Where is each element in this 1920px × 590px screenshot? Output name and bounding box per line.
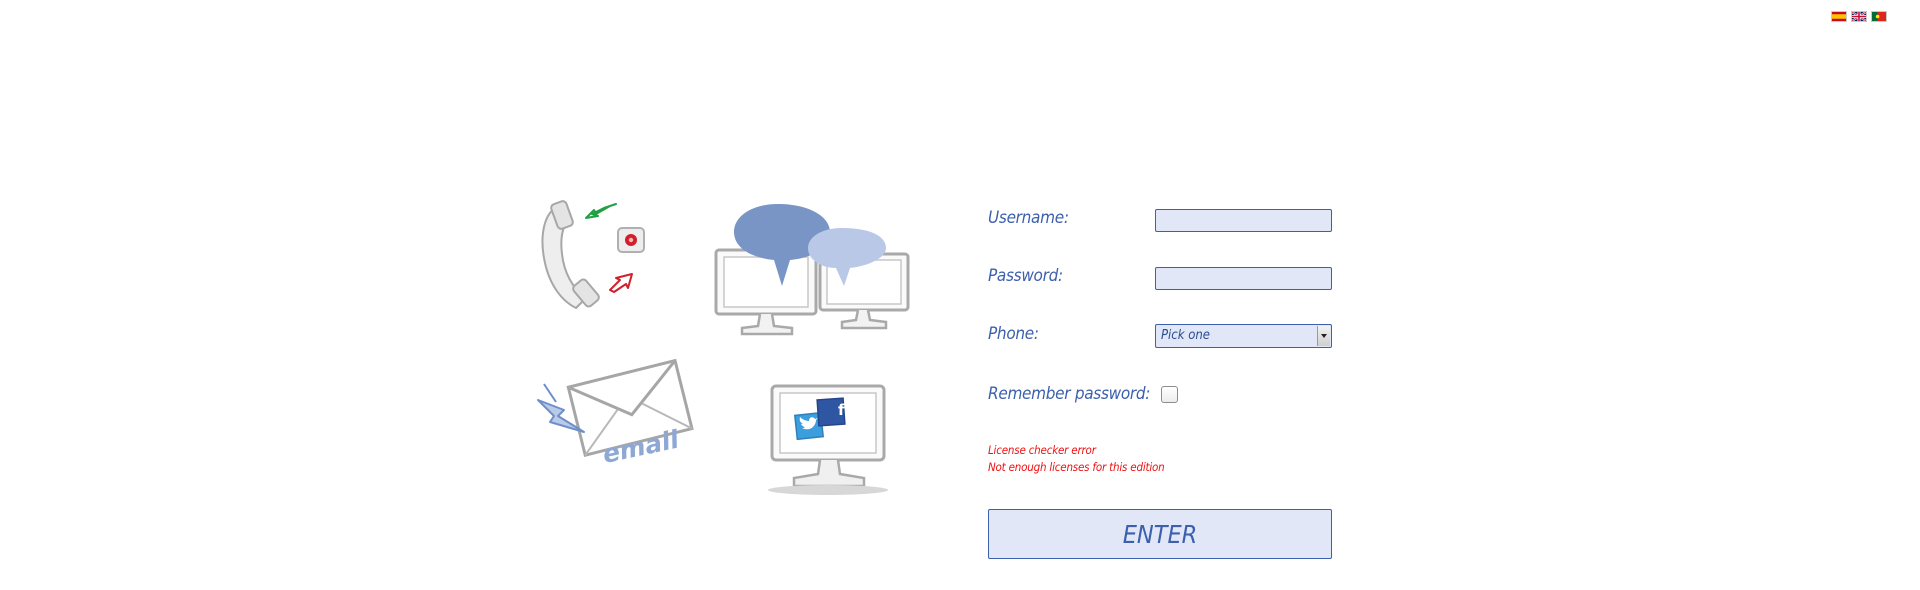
telephone-calls-icon: [536, 196, 656, 316]
facebook-icon: f: [838, 401, 845, 419]
username-label: Username:: [988, 208, 1069, 228]
error-message-line2: Not enough licenses for this edition: [988, 460, 1165, 474]
language-selector: [1831, 11, 1887, 22]
error-message-line1: License checker error: [988, 443, 1096, 457]
chevron-down-icon[interactable]: [1317, 326, 1330, 346]
remember-password-checkbox[interactable]: [1161, 386, 1178, 403]
chat-monitors-icon: [712, 200, 912, 340]
phone-select[interactable]: Pick one: [1155, 324, 1332, 348]
password-input[interactable]: [1155, 267, 1332, 290]
social-media-monitor-icon: [760, 382, 896, 498]
spain-flag-icon[interactable]: [1831, 11, 1847, 22]
username-input[interactable]: [1155, 209, 1332, 232]
phone-select-value: Pick one: [1161, 328, 1210, 343]
enter-button[interactable]: ENTER: [988, 509, 1332, 559]
phone-label: Phone:: [988, 324, 1039, 344]
remember-password-label: Remember password:: [988, 384, 1151, 404]
login-page: email f Username: Password: Phone: Pick …: [0, 0, 1920, 590]
portugal-flag-icon[interactable]: [1871, 11, 1887, 22]
uk-flag-icon[interactable]: [1851, 11, 1867, 22]
password-label: Password:: [988, 266, 1063, 286]
